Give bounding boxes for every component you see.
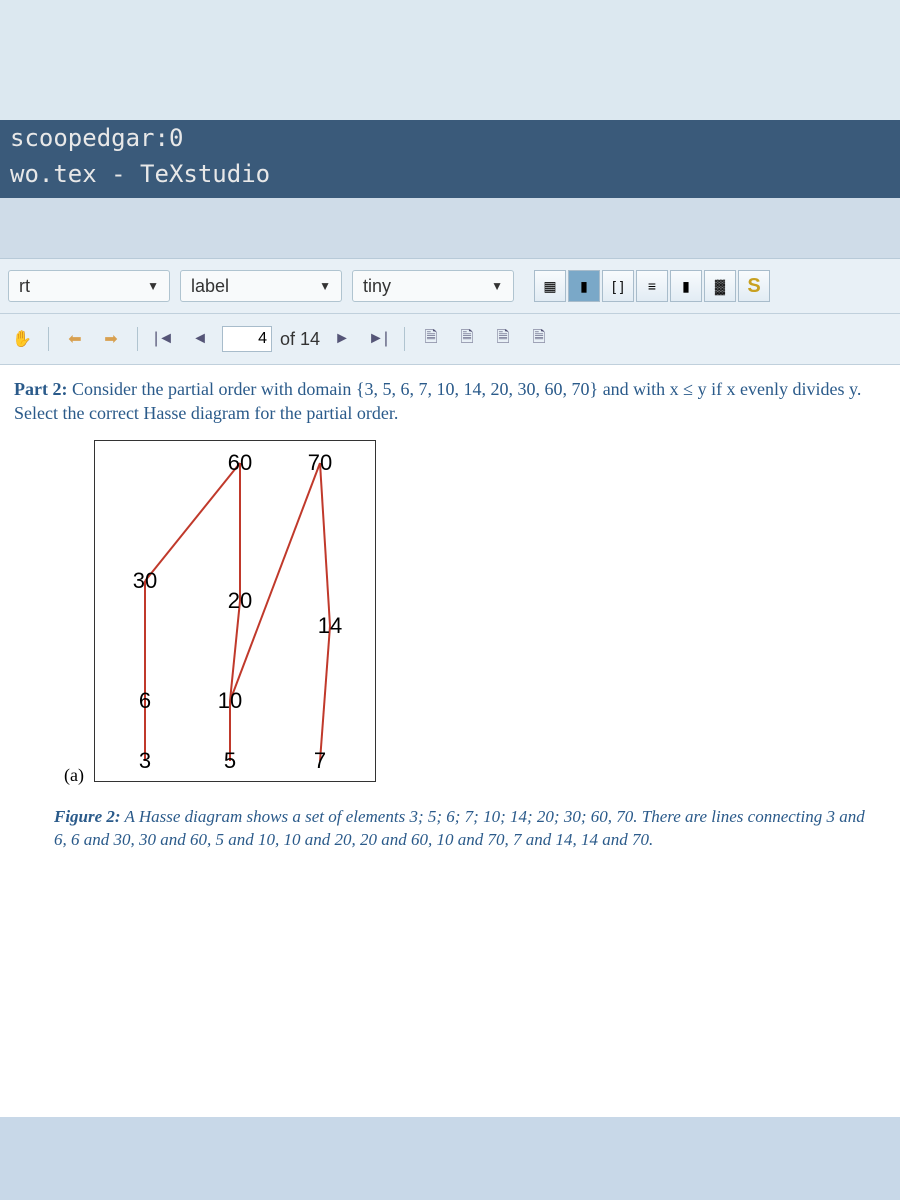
- page-number-input[interactable]: [222, 326, 272, 352]
- figure-wrap: (a) 60: [54, 440, 886, 853]
- chevron-down-icon: ▼: [491, 279, 503, 293]
- node-20: 20: [226, 588, 254, 614]
- divider: [48, 327, 49, 351]
- figure-container: (a) 60: [54, 440, 376, 782]
- icon-palette: ▦ ▮ [ ] ≡ ▮ ▓ S: [534, 270, 770, 302]
- page-total-label: of 14: [280, 329, 320, 350]
- node-60: 60: [226, 450, 254, 476]
- figure-sublabel: (a): [64, 765, 84, 786]
- toolbar-style: rt ▼ label ▼ tiny ▼ ▦ ▮ [ ] ≡ ▮ ▓ S: [0, 259, 900, 314]
- taskbar-line-2: wo.tex - TeXstudio: [0, 156, 900, 198]
- node-70: 70: [306, 450, 334, 476]
- dropdown-label-style[interactable]: label ▼: [180, 270, 342, 302]
- divider: [137, 327, 138, 351]
- dropdown-size-style[interactable]: tiny ▼: [352, 270, 514, 302]
- node-10: 10: [216, 688, 244, 714]
- zoom-in-icon[interactable]: 🗎: [453, 325, 481, 353]
- toolbar-pdf-nav: ✋ ⬅ ➡ |◄ ◄ of 14 ► ►| 🗎 🗎 🗎 🗎: [0, 314, 900, 365]
- last-page-icon[interactable]: ►|: [364, 325, 392, 353]
- bracket-icon[interactable]: [ ]: [602, 270, 634, 302]
- node-30: 30: [131, 568, 159, 594]
- problem-prefix: Part 2:: [14, 379, 67, 399]
- chevron-down-icon: ▼: [319, 279, 331, 293]
- window-chrome-blank: [0, 198, 900, 259]
- caption-body: A Hasse diagram shows a set of elements …: [54, 807, 865, 850]
- dropdown-label: tiny: [363, 276, 391, 297]
- fit-page-icon[interactable]: 🗎: [525, 325, 553, 353]
- symbol-icon[interactable]: S: [738, 270, 770, 302]
- lines-icon[interactable]: ≡: [636, 270, 668, 302]
- dropdown-label: label: [191, 276, 229, 297]
- node-6: 6: [137, 688, 153, 714]
- pdf-preview: Part 2: Consider the partial order with …: [0, 365, 900, 1117]
- chevron-down-icon: ▼: [147, 279, 159, 293]
- prev-page-icon[interactable]: ◄: [186, 325, 214, 353]
- next-arrow-icon[interactable]: ➡: [97, 325, 125, 353]
- node-14: 14: [316, 613, 344, 639]
- zoom-out-icon[interactable]: 🗎: [417, 325, 445, 353]
- fit-width-icon[interactable]: 🗎: [489, 325, 517, 353]
- node-5: 5: [222, 748, 238, 774]
- next-page-icon[interactable]: ►: [328, 325, 356, 353]
- problem-text: Part 2: Consider the partial order with …: [14, 377, 886, 426]
- problem-body: Consider the partial order with domain {…: [14, 379, 861, 423]
- dropdown-label: rt: [19, 276, 30, 297]
- grid-icon[interactable]: ▦: [534, 270, 566, 302]
- first-page-icon[interactable]: |◄: [150, 325, 178, 353]
- figure-caption: Figure 2: A Hasse diagram shows a set of…: [54, 805, 874, 853]
- dropdown-partial-left[interactable]: rt ▼: [8, 270, 170, 302]
- bar-icon[interactable]: ▮: [670, 270, 702, 302]
- taskbar-line-1: scoopedgar:0: [0, 120, 900, 156]
- shade-icon[interactable]: ▓: [704, 270, 736, 302]
- prev-arrow-icon[interactable]: ⬅: [61, 325, 89, 353]
- hasse-diagram: 60 70 30 20 14 6 10 3 5 7: [94, 440, 376, 782]
- caption-prefix: Figure 2:: [54, 807, 121, 826]
- window-top-blank: [0, 0, 900, 120]
- node-7: 7: [312, 748, 328, 774]
- divider: [404, 327, 405, 351]
- hand-tool-icon[interactable]: ✋: [8, 325, 36, 353]
- node-3: 3: [137, 748, 153, 774]
- block-icon[interactable]: ▮: [568, 270, 600, 302]
